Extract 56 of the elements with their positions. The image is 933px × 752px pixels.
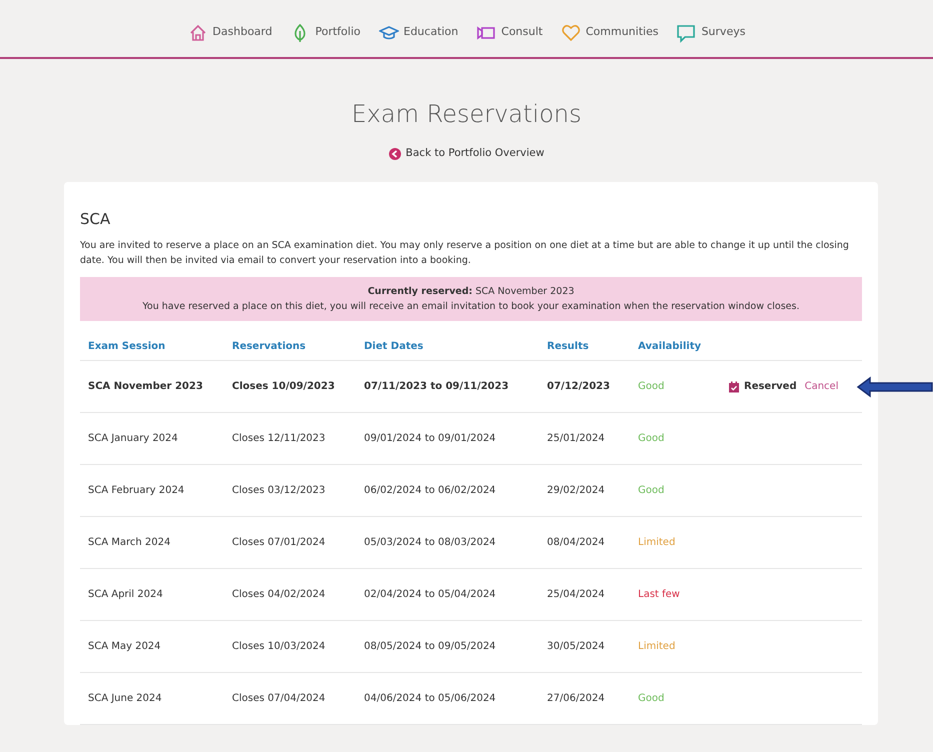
availability-status: Limited <box>630 621 720 673</box>
alert-title: Currently reserved: SCA November 2023 <box>366 284 576 299</box>
table-cell: Closes 03/12/2023 <box>224 465 356 517</box>
column-header: Diet Dates <box>356 333 539 361</box>
column-header: Exam Session <box>80 333 224 361</box>
section-heading: SCA <box>80 208 112 230</box>
table-cell: Closes 07/01/2024 <box>224 517 356 569</box>
table-cell: 29/02/2024 <box>539 465 630 517</box>
alert-message: You have reserved a place on this diet, you will receive an email invitation to book your examination when the reservation window closes. <box>142 300 800 314</box>
table-cell: 09/01/2024 to 09/01/2024 <box>356 413 539 465</box>
table-cell: Closes 10/09/2023 <box>224 361 356 413</box>
availability-status: Good <box>630 413 720 465</box>
back-link[interactable]: Back to Portfolio Overview <box>388 146 544 162</box>
table-cell: 05/03/2024 to 08/03/2024 <box>356 517 539 569</box>
table-cell: 08/05/2024 to 09/05/2024 <box>356 621 539 673</box>
table-cell: SCA May 2024 <box>80 621 224 673</box>
table-cell: 08/04/2024 <box>539 517 630 569</box>
table-cell: 25/04/2024 <box>539 569 630 621</box>
nav-link[interactable]: Surveys <box>676 22 746 42</box>
table-cell: Closes 04/02/2024 <box>224 569 356 621</box>
table-cell: SCA March 2024 <box>80 517 224 569</box>
table-cell: 06/02/2024 to 06/02/2024 <box>356 465 539 517</box>
nav-link[interactable]: Consult <box>476 22 543 42</box>
table-cell: SCA November 2023 <box>80 361 224 413</box>
column-header: Availability <box>630 333 720 361</box>
reserved-status: Reserved <box>728 379 797 394</box>
table-cell: 30/05/2024 <box>539 621 630 673</box>
table-cell: 04/06/2024 to 05/06/2024 <box>356 673 539 725</box>
availability-status: Limited <box>630 517 720 569</box>
table-cell: SCA April 2024 <box>80 569 224 621</box>
availability-status: Good <box>630 465 720 517</box>
table-cell: 07/12/2023 <box>539 361 630 413</box>
availability-status: Last few <box>630 569 720 621</box>
column-header: Results <box>539 333 630 361</box>
table-cell: 02/04/2024 to 05/04/2024 <box>356 569 539 621</box>
nav-link[interactable]: Dashboard <box>188 22 272 42</box>
table-cell: 27/06/2024 <box>539 673 630 725</box>
page-title: Exam Reservations <box>350 99 582 130</box>
table-cell: SCA January 2024 <box>80 413 224 465</box>
table-cell: 25/01/2024 <box>539 413 630 465</box>
table-cell: Closes 10/03/2024 <box>224 621 356 673</box>
calendar-check-icon <box>728 380 740 392</box>
availability-status: Good <box>630 361 720 413</box>
table-cell: 07/11/2023 to 09/11/2023 <box>356 361 539 413</box>
table-cell: Closes 07/04/2024 <box>224 673 356 725</box>
intro-paragraph: You are invited to reserve a place on an SCA examination diet. You may only reserve a position on one diet at a time but are able to change it up until the closing date. You will then be invited via email to convert your reservation into a booking. <box>80 239 850 268</box>
column-header: Reservations <box>224 333 356 361</box>
nav-link[interactable]: Communities <box>560 22 658 42</box>
table-cell: SCA February 2024 <box>80 465 224 517</box>
table-cell: Closes 12/11/2023 <box>224 413 356 465</box>
nav-link[interactable]: Portfolio <box>290 22 360 42</box>
table-cell: SCA June 2024 <box>80 673 224 725</box>
nav-link[interactable]: Education <box>378 22 458 42</box>
arrow-icon <box>856 376 933 398</box>
cancel-link[interactable]: Cancel <box>804 379 838 394</box>
availability-status: Good <box>630 673 720 725</box>
